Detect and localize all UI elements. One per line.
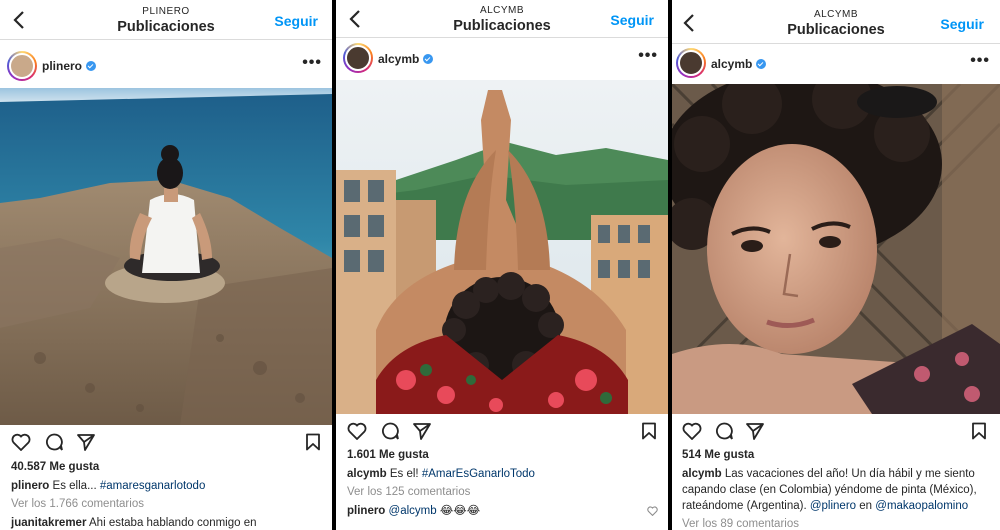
post-actions [336,414,668,446]
comment-mention[interactable]: @alcymb [389,505,437,517]
like-count[interactable]: 40.587 Me gusta [0,460,332,474]
heart-icon[interactable] [11,433,31,451]
avatar[interactable] [676,48,706,78]
caption-connector: en [859,500,873,512]
post-panel-alcymb-2: ALCYMB Publicaciones Seguir alcymb ••• 5… [672,0,1000,530]
follow-button[interactable]: Seguir [940,16,984,32]
heart-icon[interactable] [347,422,367,440]
comment-preview: plinero @alcymb 😂😂😂 [336,503,668,519]
caption-hashtag[interactable]: #amaresganarlotodo [100,480,206,492]
heart-icon[interactable] [682,422,702,440]
caption: alcymb Las vacaciones del año! Un día há… [672,466,1000,514]
verified-badge-icon [86,61,97,71]
caption: plinero Es ella... #amaresganarlotodo [0,478,332,494]
post-actions [0,425,332,457]
comment-icon[interactable] [44,433,64,451]
comment-emoji: 😂😂😂 [439,505,481,517]
comment-preview: juanitakremer Ahi estaba hablando conmig… [0,515,332,530]
view-comments-link[interactable]: Ver los 1.766 comentarios [0,496,332,512]
comment-username[interactable]: juanitakremer [11,517,86,529]
collage: PLINERO Publicaciones Seguir plinero ••• [0,0,1000,530]
caption-text: Es ella... [52,480,97,492]
save-bookmark-icon[interactable] [971,422,987,440]
more-options-icon[interactable]: ••• [970,52,990,70]
post-username[interactable]: alcymb [378,52,434,66]
post-user-bar: alcymb ••• [336,38,668,80]
avatar[interactable] [343,43,373,73]
comment-icon[interactable] [714,422,734,440]
caption-username[interactable]: alcymb [682,468,722,480]
top-bar: ALCYMB Publicaciones Seguir [672,0,1000,44]
post-panel-plinero: PLINERO Publicaciones Seguir plinero ••• [0,0,332,530]
more-options-icon[interactable]: ••• [302,54,322,72]
share-icon[interactable] [745,422,765,440]
caption-username[interactable]: alcymb [347,468,387,480]
verified-badge-icon [423,54,434,64]
caption-mention-makaopalomino[interactable]: @makaopalomino [875,500,968,512]
comment-icon[interactable] [380,422,400,440]
post-username[interactable]: plinero [42,59,97,73]
post-panel-alcymb-1: ALCYMB Publicaciones Seguir alcymb ••• 1… [336,0,668,530]
view-comments-link[interactable]: Ver los 125 comentarios [336,484,668,500]
caption-hashtag[interactable]: #AmarEsGanarloTodo [422,468,535,480]
top-bar: PLINERO Publicaciones Seguir [0,0,332,40]
post-user-bar: plinero ••• [0,40,332,88]
caption-mention-plinero[interactable]: @plinero [810,500,856,512]
caption: alcymb Es el! #AmarEsGanarloTodo [336,466,668,482]
photo-selfie-woman [672,84,1000,414]
post-actions [672,414,1000,446]
photo-woman-meditating-cliff [0,88,332,425]
comment-text: Ahi estaba hablando conmigo en [89,517,257,529]
follow-button[interactable]: Seguir [274,13,318,29]
comment-username[interactable]: plinero [347,505,385,517]
caption-text: Es el! [389,468,419,480]
post-photo[interactable] [672,84,1000,414]
post-photo[interactable] [336,80,668,414]
save-bookmark-icon[interactable] [641,422,657,440]
photo-praying-hands-mountains [336,80,668,414]
like-count[interactable]: 514 Me gusta [672,448,1000,462]
more-options-icon[interactable]: ••• [638,47,658,65]
verified-badge-icon [756,59,767,69]
follow-button[interactable]: Seguir [610,12,654,28]
avatar[interactable] [7,51,37,81]
post-photo[interactable] [0,88,332,425]
like-count[interactable]: 1.601 Me gusta [336,448,668,462]
view-comments-link[interactable]: Ver los 89 comentarios [672,516,1000,530]
caption-username[interactable]: plinero [11,480,49,492]
post-username[interactable]: alcymb [711,57,767,71]
post-user-bar: alcymb ••• [672,44,1000,84]
save-bookmark-icon[interactable] [305,433,321,451]
top-bar: ALCYMB Publicaciones Seguir [336,0,668,38]
share-icon[interactable] [412,422,432,440]
comment-like-heart-icon[interactable] [647,506,658,516]
share-icon[interactable] [76,433,96,451]
